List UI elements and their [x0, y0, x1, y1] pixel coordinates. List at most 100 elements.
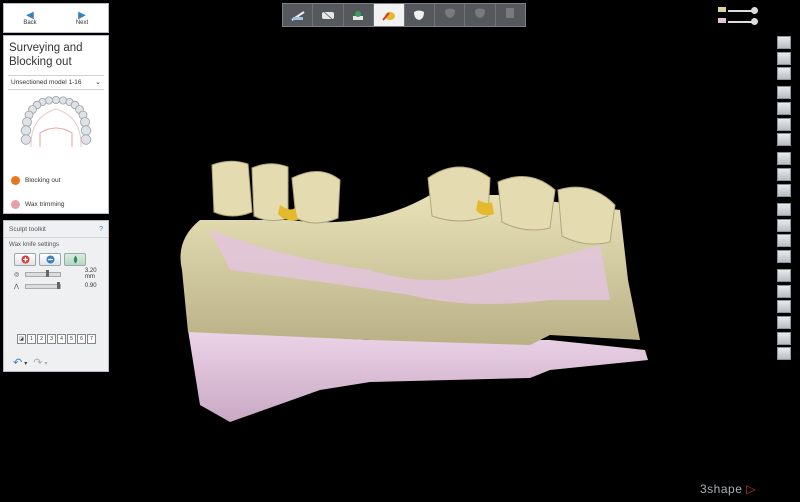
view-tool-6[interactable] — [777, 117, 791, 131]
next-button[interactable]: ▶ Next — [56, 4, 108, 32]
disabled-step-3[interactable] — [496, 4, 525, 26]
step-label: Blocking out — [25, 176, 61, 184]
back-arrow-icon: ◀ — [26, 9, 34, 21]
sculpt-step[interactable] — [374, 4, 405, 26]
strength-slider[interactable] — [24, 281, 61, 289]
sculpt-toolkit-panel: Sculpt toolkit ? Wax knife settings ◎ 3.… — [3, 220, 109, 372]
view-tool-4[interactable] — [777, 86, 791, 100]
logo-triangle-icon: ▷ — [746, 482, 756, 496]
wax-trimming-icon — [11, 199, 20, 209]
disabled-icon-3 — [506, 7, 515, 18]
add-wax-button[interactable] — [14, 253, 36, 266]
view-tool-19[interactable] — [777, 331, 791, 345]
strength-slider-thumb[interactable] — [56, 281, 60, 289]
model-select-value: Unsectioned model 1-16 — [11, 79, 82, 86]
sculpt-toolkit-header[interactable]: Sculpt toolkit ? — [4, 221, 108, 238]
view-tool-7[interactable] — [777, 133, 791, 147]
stone-visibility-slider[interactable] — [728, 7, 758, 14]
model-prep-step[interactable] — [283, 4, 314, 26]
workflow-toolbar — [282, 3, 526, 27]
view-tool-11[interactable] — [777, 202, 791, 216]
view-tool-10[interactable] — [777, 183, 791, 197]
sculpt-toolkit-title: Sculpt toolkit — [9, 225, 46, 233]
smooth-wax-icon — [46, 255, 54, 264]
chevron-down-icon: ⌄ — [95, 79, 101, 86]
preset-button-2[interactable]: 2 — [37, 334, 46, 344]
tooth — [211, 160, 253, 217]
disabled-step-1[interactable] — [435, 4, 466, 26]
radius-value: 3.20 mm — [84, 268, 97, 280]
preset-button-5[interactable]: 5 — [67, 334, 76, 344]
gum-model-icon — [718, 18, 726, 23]
preset-button-7[interactable]: 7 — [87, 334, 96, 344]
tooth-icon — [414, 10, 425, 20]
preset-button-4[interactable]: 4 — [57, 334, 66, 344]
radius-slider-row: ◎ 3.20 mm — [4, 268, 108, 280]
radius-slider[interactable] — [25, 269, 61, 277]
navigation-bar: ◀ Back ▶ Next — [3, 3, 109, 33]
sculpt-icon — [382, 12, 395, 21]
view-tool-14[interactable] — [777, 249, 791, 263]
view-tool-8[interactable] — [777, 152, 791, 166]
view-tools-column — [777, 36, 793, 384]
page-title: Surveying and Blocking out — [9, 42, 83, 68]
next-arrow-icon: ▶ — [78, 9, 86, 21]
brand-logo: 3shape ▷ — [700, 482, 756, 496]
blocking-out-icon — [11, 175, 20, 185]
wax-knife-settings-label: Wax knife settings — [9, 241, 59, 248]
tooth — [291, 171, 341, 224]
gum-visibility-slider[interactable] — [728, 18, 758, 25]
view-tool-18[interactable] — [777, 315, 791, 329]
back-label: Back — [23, 19, 37, 26]
model-select-dropdown[interactable]: Unsectioned model 1-16 ⌄ — [8, 75, 104, 90]
view-tool-2[interactable] — [777, 51, 791, 65]
model-prep-icon — [291, 11, 305, 21]
remove-wax-button[interactable] — [64, 253, 86, 266]
help-icon[interactable]: ? — [99, 226, 103, 233]
slider-knob[interactable] — [751, 7, 758, 14]
blockout-step[interactable] — [344, 4, 375, 26]
view-tool-3[interactable] — [777, 67, 791, 81]
radius-slider-thumb[interactable] — [46, 269, 50, 277]
smooth-wax-button[interactable] — [39, 253, 61, 266]
tooth — [557, 186, 616, 245]
back-button[interactable]: ◀ Back — [4, 4, 56, 32]
step-wax-trimming[interactable]: Wax trimming — [8, 196, 106, 212]
dental-model-viewport[interactable] — [170, 150, 660, 440]
step-blocking-out[interactable]: Blocking out — [8, 172, 106, 188]
preset-button-3[interactable]: 3 — [47, 334, 56, 344]
disabled-icon-1 — [444, 8, 455, 18]
view-tool-9[interactable] — [777, 168, 791, 182]
preset-toggle-icon[interactable]: ◪ — [17, 334, 26, 344]
survey-step[interactable] — [313, 4, 344, 26]
wizard-panel: Surveying and Blocking out Unsectioned m… — [3, 35, 109, 214]
redo-icon[interactable]: ↷ — [33, 356, 42, 369]
tooth — [497, 176, 556, 231]
view-tool-13[interactable] — [777, 234, 791, 248]
disabled-step-2[interactable] — [465, 4, 496, 26]
view-tool-12[interactable] — [777, 218, 791, 232]
strength-icon: ⋀ — [14, 283, 19, 290]
preset-button-6[interactable]: 6 — [77, 334, 86, 344]
remove-wax-icon — [73, 255, 77, 264]
tooth-step[interactable] — [405, 4, 435, 26]
view-tool-1[interactable] — [777, 36, 791, 49]
blockout-step-icon — [353, 11, 364, 20]
survey-icon — [322, 11, 335, 20]
view-tool-20[interactable] — [777, 347, 791, 361]
slider-knob[interactable] — [751, 18, 758, 25]
tooth-chart[interactable] — [14, 93, 98, 159]
view-tool-17[interactable] — [777, 300, 791, 314]
preset-button-1[interactable]: 1 — [27, 334, 36, 344]
undo-icon[interactable]: ↶ — [13, 356, 22, 369]
brand-logo-text: 3shape — [700, 482, 743, 496]
undo-dropdown-icon[interactable]: ▾ — [24, 360, 27, 369]
view-tool-16[interactable] — [777, 284, 791, 298]
view-tool-15[interactable] — [777, 268, 791, 282]
add-wax-icon — [21, 255, 29, 264]
disabled-icon-2 — [474, 8, 485, 18]
model-base — [188, 330, 648, 422]
redo-dropdown-icon[interactable]: ▾ — [44, 360, 47, 369]
step-label: Wax trimming — [25, 200, 65, 208]
view-tool-5[interactable] — [777, 102, 791, 116]
